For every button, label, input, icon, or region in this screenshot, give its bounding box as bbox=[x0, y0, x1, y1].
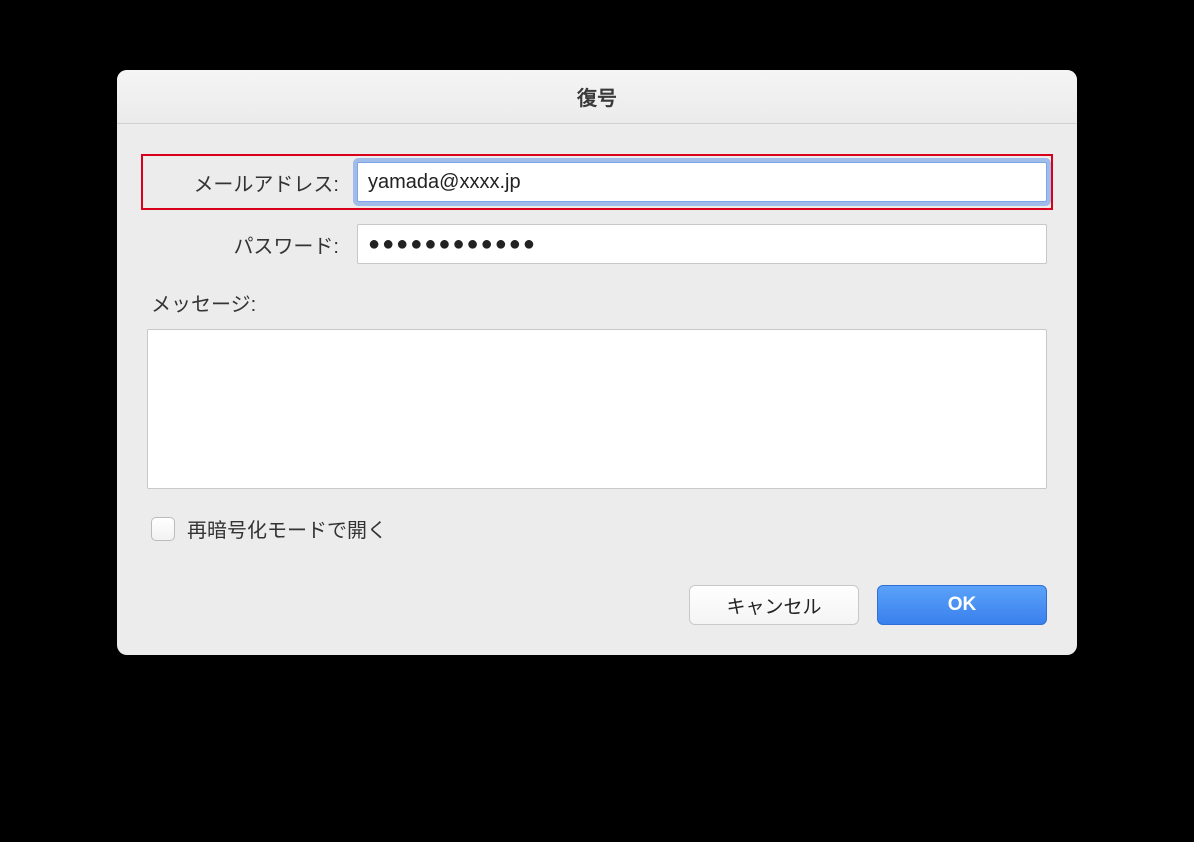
message-textarea[interactable] bbox=[147, 329, 1047, 489]
dialog-content: メールアドレス: パスワード: メッセージ: 再暗号化モードで開く キャンセル … bbox=[117, 124, 1077, 655]
email-row-highlight: メールアドレス: bbox=[141, 154, 1053, 210]
email-label: メールアドレス: bbox=[147, 168, 357, 197]
dialog-title: 復号 bbox=[577, 82, 617, 111]
reencrypt-checkbox[interactable] bbox=[151, 517, 175, 541]
message-label: メッセージ: bbox=[147, 294, 256, 316]
password-input[interactable] bbox=[357, 224, 1047, 264]
cancel-button[interactable]: キャンセル bbox=[689, 585, 859, 625]
reencrypt-row: 再暗号化モードで開く bbox=[147, 514, 1047, 543]
ok-button[interactable]: OK bbox=[877, 585, 1047, 625]
reencrypt-label: 再暗号化モードで開く bbox=[187, 514, 387, 543]
titlebar: 復号 bbox=[117, 70, 1077, 124]
password-label: パスワード: bbox=[147, 230, 357, 259]
decrypt-dialog: 復号 メールアドレス: パスワード: メッセージ: 再暗号化モードで開く キャン… bbox=[117, 70, 1077, 655]
email-input[interactable] bbox=[357, 162, 1047, 202]
message-label-row: メッセージ: bbox=[147, 288, 1047, 317]
button-row: キャンセル OK bbox=[147, 585, 1047, 625]
password-row: パスワード: bbox=[147, 224, 1047, 264]
